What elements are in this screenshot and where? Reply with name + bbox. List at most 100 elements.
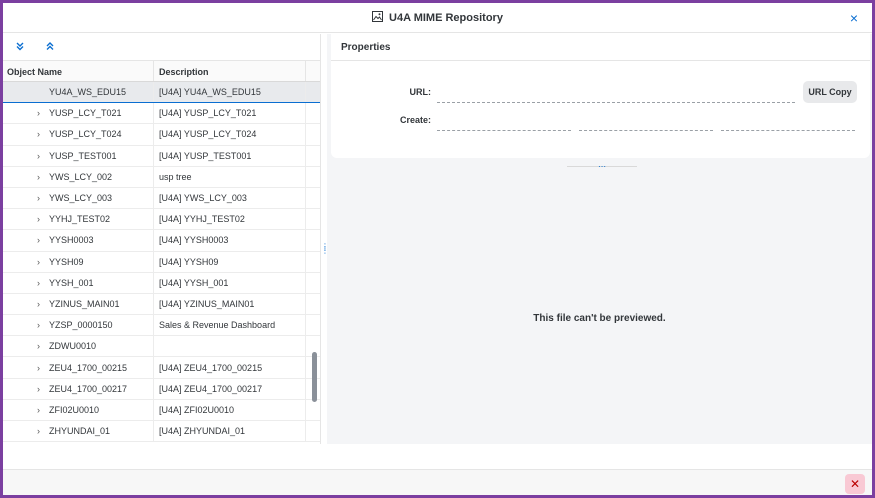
description-cell: [U4A] YYSH_001 (154, 272, 306, 293)
dialog-title-group: U4A MIME Repository (372, 10, 503, 25)
object-name: YU4A_WS_EDU15 (49, 87, 127, 98)
description-cell: [U4A] YUSP_TEST001 (154, 145, 306, 166)
description-cell: [U4A] YU4A_WS_EDU15 (154, 82, 306, 103)
description-cell: [U4A] YUSP_LCY_T021 (154, 103, 306, 124)
tree-table-header: Object Name Description (3, 60, 320, 82)
horizontal-splitter-handle[interactable]: ⋯ (595, 163, 609, 171)
chevron-right-icon[interactable]: › (3, 214, 49, 224)
description-cell: [U4A] ZEU4_1700_00217 (154, 378, 306, 399)
description-cell: [U4A] YYSH0003 (154, 230, 306, 251)
object-name-cell: › YUSP_TEST001 (3, 145, 154, 166)
description-cell: [U4A] ZEU4_1700_00215 (154, 357, 306, 378)
object-name-cell: › YWS_LCY_003 (3, 187, 154, 209)
description-cell: [U4A] YWS_LCY_003 (154, 187, 306, 209)
table-row[interactable]: › ZEU4_1700_00215 [U4A] ZEU4_1700_00215 (3, 357, 320, 379)
dialog-footer: ✕ (3, 469, 872, 495)
table-row[interactable]: › YYSH09 [U4A] YYSH09 (3, 251, 320, 273)
image-icon (372, 10, 384, 25)
tree-table-body: YU4A_WS_EDU15 [U4A] YU4A_WS_EDU15 › YUSP_LC… (3, 82, 320, 442)
description-cell: [U4A] YUSP_LCY_T024 (154, 124, 306, 145)
table-row[interactable]: › ZFI02U0010 [U4A] ZFI02U0010 (3, 399, 320, 421)
chevron-right-icon[interactable]: › (3, 341, 49, 351)
url-label: URL: (409, 87, 432, 97)
object-name: YUSP_LCY_T021 (49, 108, 122, 119)
object-name: YYSH09 (49, 256, 84, 267)
table-row[interactable]: YU4A_WS_EDU15 [U4A] YU4A_WS_EDU15 (3, 82, 320, 104)
chevron-right-icon[interactable]: › (3, 384, 49, 394)
description-cell: Sales & Revenue Dashboard (154, 315, 306, 336)
chevron-right-icon[interactable]: › (3, 257, 49, 267)
chevron-right-icon[interactable]: › (3, 363, 49, 373)
object-name-cell: › YYSH0003 (3, 230, 154, 251)
object-name-cell: › YUSP_LCY_T024 (3, 124, 154, 145)
vertical-scrollbar-thumb[interactable] (312, 352, 317, 402)
create-field-1[interactable] (437, 130, 571, 131)
description-cell: usp tree (154, 166, 306, 187)
close-icon[interactable]: × (846, 10, 862, 26)
collapse-all-icon[interactable] (43, 41, 57, 54)
properties-title: Properties (331, 34, 870, 61)
description-cell: [U4A] ZFI02U0010 (154, 399, 306, 420)
chevron-right-icon[interactable]: › (3, 129, 49, 139)
object-name-cell: › ZDWU0010 (3, 336, 154, 357)
create-field-2[interactable] (579, 130, 713, 131)
table-row[interactable]: › YUSP_LCY_T021 [U4A] YUSP_LCY_T021 (3, 103, 320, 125)
object-name-cell: › YUSP_LCY_T021 (3, 103, 154, 124)
object-name-cell: › YWS_LCY_002 (3, 166, 154, 187)
table-row[interactable]: › YUSP_LCY_T024 [U4A] YUSP_LCY_T024 (3, 124, 320, 146)
object-name-cell: YU4A_WS_EDU15 (3, 82, 154, 103)
create-field-3[interactable] (721, 130, 855, 131)
table-row[interactable]: › YYHJ_TEST02 [U4A] YYHJ_TEST02 (3, 209, 320, 231)
object-name: ZDWU0010 (49, 341, 97, 352)
object-name: YZSP_0000150 (49, 320, 113, 331)
chevron-right-icon[interactable]: › (3, 320, 49, 330)
chevron-right-icon[interactable]: › (3, 151, 49, 161)
object-name: ZEU4_1700_00217 (49, 383, 128, 394)
table-row[interactable]: › YWS_LCY_002 usp tree (3, 166, 320, 188)
table-row[interactable]: › ZEU4_1700_00217 [U4A] ZEU4_1700_00217 (3, 378, 320, 400)
description-cell: [U4A] YYHJ_TEST02 (154, 209, 306, 230)
url-field[interactable] (437, 102, 795, 103)
object-name: YUSP_LCY_T024 (49, 129, 122, 140)
table-row[interactable]: › ZHYUNDAI_01 [U4A] ZHYUNDAI_01 (3, 421, 320, 442)
object-name-cell: › ZHYUNDAI_01 (3, 421, 154, 442)
dialog-window: U4A MIME Repository × Object Name Descri… (0, 0, 875, 498)
chevron-right-icon[interactable]: › (3, 405, 49, 415)
chevron-right-icon[interactable]: › (3, 278, 49, 288)
description-cell: [U4A] ZHYUNDAI_01 (154, 421, 306, 442)
table-row[interactable]: › YZSP_0000150 Sales & Revenue Dashboard (3, 315, 320, 337)
dialog-titlebar: U4A MIME Repository × (3, 3, 872, 33)
chevron-right-icon[interactable]: › (3, 108, 49, 118)
table-row[interactable]: › YYSH0003 [U4A] YYSH0003 (3, 230, 320, 252)
table-row[interactable]: › YZINUS_MAIN01 [U4A] YZINUS_MAIN01 (3, 293, 320, 316)
object-name: YZINUS_MAIN01 (49, 298, 120, 309)
chevron-right-icon[interactable]: › (3, 426, 49, 436)
object-name: YYSH_001 (49, 277, 94, 288)
footer-close-button[interactable]: ✕ (845, 474, 865, 494)
object-name-cell: › ZEU4_1700_00217 (3, 378, 154, 399)
object-name: YYHJ_TEST02 (49, 214, 111, 225)
object-name-cell: › YZINUS_MAIN01 (3, 293, 154, 315)
expand-all-icon[interactable] (13, 41, 27, 54)
properties-panel: Properties URL: URL Copy Create: (331, 34, 870, 158)
object-name: YWS_LCY_003 (49, 193, 113, 204)
object-name: YYSH0003 (49, 235, 94, 246)
preview-message: This file can't be previewed. (533, 313, 666, 324)
object-name-cell: › YYSH_001 (3, 272, 154, 293)
object-name: ZEU4_1700_00215 (49, 362, 128, 373)
url-copy-button[interactable]: URL Copy (803, 81, 857, 103)
column-header-object-name[interactable]: Object Name (3, 61, 154, 81)
chevron-right-icon[interactable]: › (3, 299, 49, 309)
object-name-cell: › YZSP_0000150 (3, 315, 154, 336)
table-row[interactable]: › YWS_LCY_003 [U4A] YWS_LCY_003 (3, 187, 320, 210)
object-name-cell: › YYHJ_TEST02 (3, 209, 154, 230)
table-row[interactable]: › YUSP_TEST001 [U4A] YUSP_TEST001 (3, 145, 320, 167)
create-label: Create: (399, 115, 431, 125)
column-header-description[interactable]: Description (154, 61, 306, 81)
object-name-cell: › ZFI02U0010 (3, 399, 154, 420)
table-row[interactable]: › ZDWU0010 (3, 336, 320, 358)
chevron-right-icon[interactable]: › (3, 193, 49, 203)
chevron-right-icon[interactable]: › (3, 172, 49, 182)
table-row[interactable]: › YYSH_001 [U4A] YYSH_001 (3, 272, 320, 294)
chevron-right-icon[interactable]: › (3, 235, 49, 245)
